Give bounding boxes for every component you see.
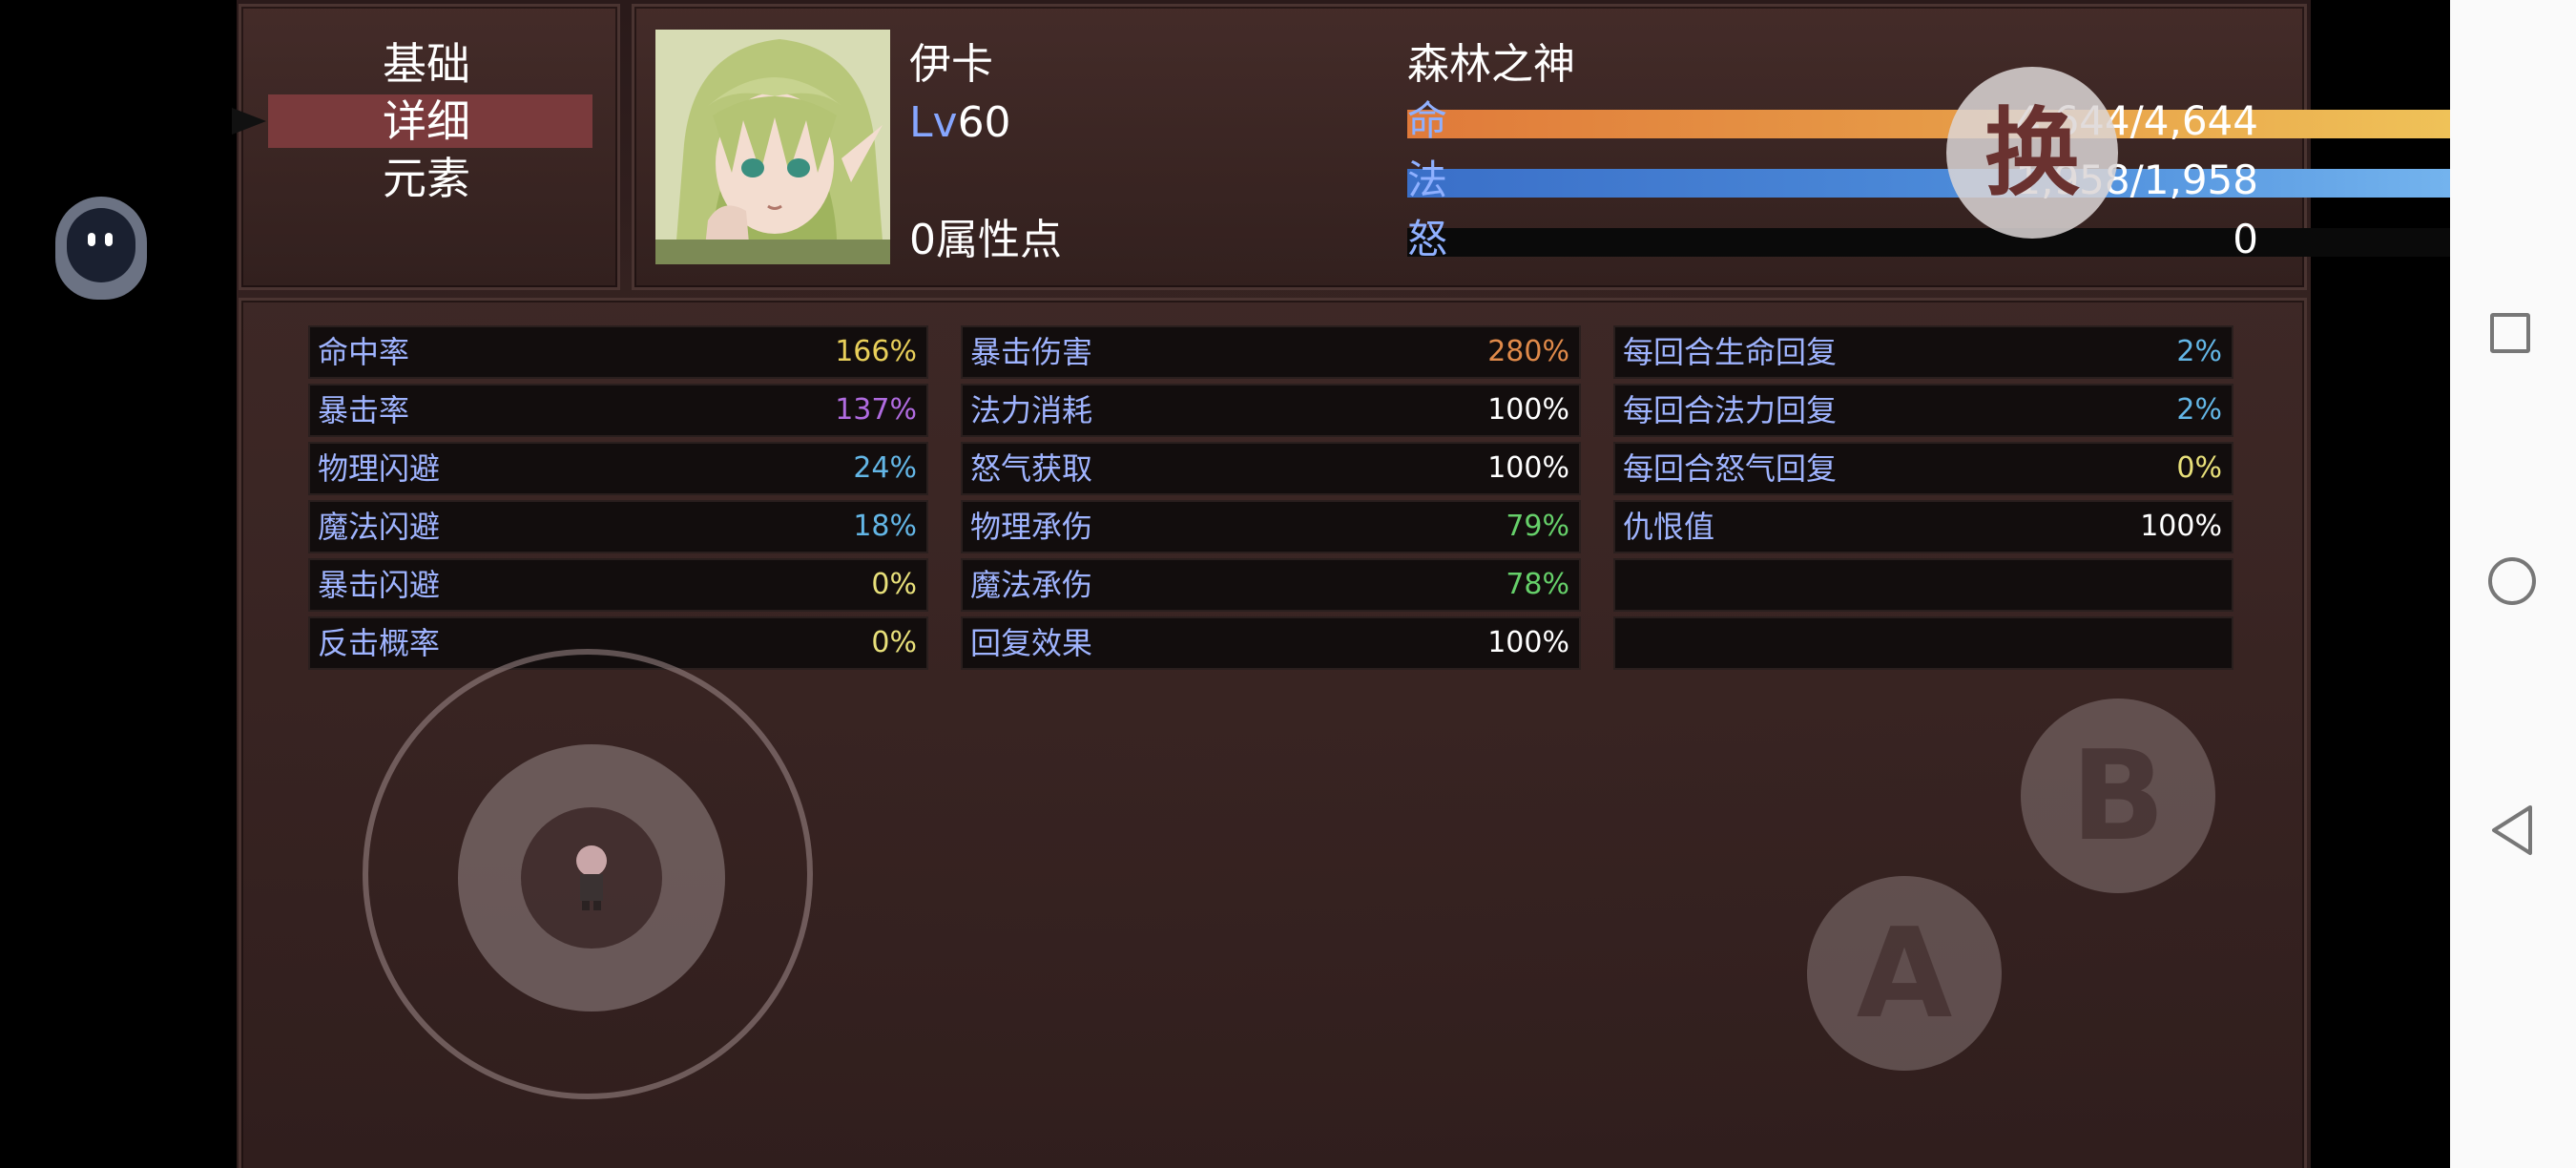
rage-bar: [1407, 228, 2501, 257]
stat-value: 2%: [2176, 393, 2222, 427]
stat-row: 仇恨值 100%: [1613, 500, 2233, 553]
action-b-button[interactable]: B: [2021, 699, 2215, 893]
recent-apps-square-icon[interactable]: [2490, 313, 2530, 353]
stat-value: 0%: [871, 626, 917, 659]
stat-value: 79%: [1506, 510, 1569, 543]
stat-name: 怒气获取: [970, 450, 1093, 487]
stat-row: 每回合法力回复 2%: [1613, 384, 2233, 437]
elf-portrait-image: [655, 30, 890, 264]
stats-column-1: 命中率 166% 暴击率 137% 物理闪避 24% 魔法闪避 18% 暴击闪避 0% 反击概率 0%: [308, 325, 928, 675]
stat-value: 100%: [1487, 451, 1569, 485]
menu-panel: 基础 详细 元素: [232, 4, 620, 290]
stat-value: 2%: [2176, 335, 2222, 368]
character-name: 伊卡: [909, 40, 993, 89]
assistant-eye-left: [88, 233, 95, 246]
stat-row: 暴击闪避 0%: [308, 558, 928, 612]
floating-assistant-icon[interactable]: [55, 197, 147, 300]
stat-row: 回复效果 100%: [961, 616, 1581, 670]
android-nav-bar: [2450, 0, 2576, 1168]
stat-value: 280%: [1487, 335, 1569, 368]
stat-value: 100%: [2140, 510, 2222, 543]
mp-label: 法: [1407, 156, 1448, 203]
stat-name: 命中率: [318, 334, 410, 370]
stat-name: 物理承伤: [970, 509, 1093, 545]
level-prefix: Lv: [909, 98, 958, 147]
character-portrait: [655, 30, 890, 264]
stat-row: 法力消耗 100%: [961, 384, 1581, 437]
arrow-right-icon: [232, 108, 266, 135]
character-level: Lv60: [909, 97, 1011, 149]
stat-row: 暴击率 137%: [308, 384, 928, 437]
stat-name: 物理闪避: [318, 450, 441, 487]
stat-row: 物理承伤 79%: [961, 500, 1581, 553]
stat-row: 物理闪避 24%: [308, 442, 928, 495]
level-value: 60: [957, 98, 1011, 147]
menu-item-element[interactable]: 元素: [268, 152, 592, 205]
stat-value: 137%: [835, 393, 917, 427]
stat-row: 魔法承伤 78%: [961, 558, 1581, 612]
stat-value: 0%: [2176, 451, 2222, 485]
stat-value: 24%: [853, 451, 917, 485]
attribute-points: 0属性点: [909, 216, 1062, 264]
hp-label: 命: [1407, 97, 1448, 144]
stat-row-empty: [1613, 616, 2233, 670]
stat-name: 仇恨值: [1623, 509, 1715, 545]
stat-value: 100%: [1487, 626, 1569, 659]
action-a-button[interactable]: A: [1807, 876, 2002, 1071]
menu-item-basic[interactable]: 基础: [268, 37, 592, 91]
stat-row: 暴击伤害 280%: [961, 325, 1581, 379]
stat-value: 0%: [871, 568, 917, 601]
stat-row: 每回合生命回复 2%: [1613, 325, 2233, 379]
back-triangle-icon[interactable]: [2486, 802, 2538, 859]
stat-row-empty: [1613, 558, 2233, 612]
screen: 基础 详细 元素 伊卡 Lv60 0属性点 森林之神 命 4,644/4,644…: [0, 0, 2576, 1168]
stat-row: 怒气获取 100%: [961, 442, 1581, 495]
stat-value: 18%: [853, 510, 917, 543]
stat-row: 每回合怒气回复 0%: [1613, 442, 2233, 495]
stat-value: 78%: [1506, 568, 1569, 601]
menu-item-detail[interactable]: 详细: [268, 94, 592, 148]
stats-column-2: 暴击伤害 280% 法力消耗 100% 怒气获取 100% 物理承伤 79% 魔法承伤 78% 回复…: [961, 325, 1581, 675]
character-title: 森林之神: [1407, 40, 1575, 89]
stat-name: 魔法承伤: [970, 567, 1093, 603]
stat-name: 暴击率: [318, 392, 410, 428]
stat-value: 166%: [835, 335, 917, 368]
stat-name: 每回合生命回复: [1623, 334, 1838, 370]
game-viewport: 基础 详细 元素 伊卡 Lv60 0属性点 森林之神 命 4,644/4,644…: [232, 0, 2501, 1168]
home-circle-icon[interactable]: [2488, 557, 2536, 605]
stat-name: 暴击伤害: [970, 334, 1093, 370]
stats-column-3: 每回合生命回复 2% 每回合法力回复 2% 每回合怒气回复 0% 仇恨值 100%: [1613, 325, 2233, 675]
stat-value: 100%: [1487, 393, 1569, 427]
stat-row: 魔法闪避 18%: [308, 500, 928, 553]
stat-name: 法力消耗: [970, 392, 1093, 428]
stat-name: 每回合法力回复: [1623, 392, 1838, 428]
stat-name: 暴击闪避: [318, 567, 441, 603]
rage-value: 0: [2233, 216, 2258, 262]
joystick-knob[interactable]: [521, 807, 662, 949]
stat-name: 反击概率: [318, 625, 441, 661]
stat-name: 回复效果: [970, 625, 1093, 661]
player-sprite-icon: [576, 845, 607, 910]
change-character-button[interactable]: 换: [1946, 67, 2118, 239]
assistant-eye-right: [105, 233, 113, 246]
stat-row: 命中率 166%: [308, 325, 928, 379]
rage-label: 怒: [1407, 216, 1448, 262]
assistant-face: [67, 208, 135, 282]
stat-name: 魔法闪避: [318, 509, 441, 545]
stat-name: 每回合怒气回复: [1623, 450, 1838, 487]
